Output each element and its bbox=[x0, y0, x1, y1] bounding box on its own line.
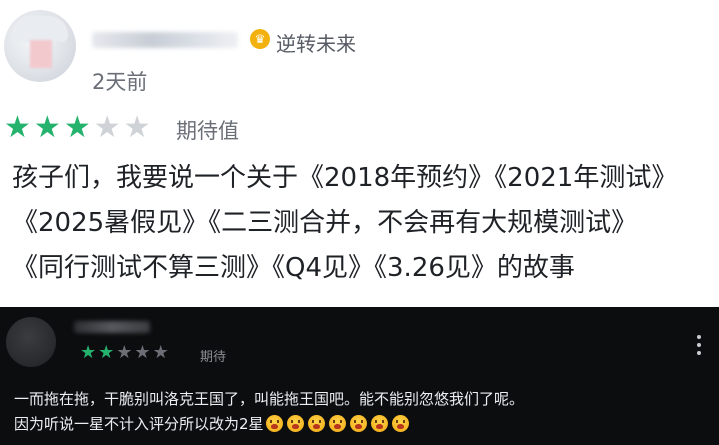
crying-face-emoji bbox=[370, 415, 388, 432]
crying-face-emoji bbox=[286, 415, 304, 432]
crying-face-emoji bbox=[349, 415, 367, 432]
review-body: 一而拖在拖，干脆别叫洛克王国了，叫能拖王国吧。能不能别忽悠我们了呢。 因为听说一… bbox=[14, 387, 714, 437]
avatar-hair bbox=[12, 16, 68, 42]
rating-label: 期待 bbox=[200, 350, 227, 365]
star-icon: ★ bbox=[98, 342, 115, 363]
review-line: 因为听说一星不计入评分所以改为2星 bbox=[14, 415, 264, 433]
star-icon: ★ bbox=[152, 342, 169, 363]
star-icon: ★ bbox=[4, 110, 31, 145]
review-line: 孩子们，我要说一个关于《2018年预约》《2021年测试》 bbox=[12, 163, 678, 193]
review-line: 《2025暑假见》《二三测合并，不会再有大规模测试》 bbox=[12, 208, 638, 238]
review-card-reply: ★ ★ ★ ★ ★ 期待 一而拖在拖，干脆别叫洛克王国了，叫能拖王国吧。能不能别… bbox=[0, 307, 719, 445]
crown-badge-icon: ♛ bbox=[250, 29, 270, 49]
star-icon: ★ bbox=[63, 110, 91, 145]
crying-face-emoji bbox=[307, 415, 325, 432]
more-options-icon[interactable] bbox=[694, 335, 704, 365]
username-redacted[interactable] bbox=[74, 321, 150, 333]
user-avatar[interactable] bbox=[4, 10, 76, 82]
star-icon: ★ bbox=[123, 110, 151, 145]
review-line: 一而拖在拖，干脆别叫洛克王国了，叫能拖王国吧。能不能别忽悠我们了呢。 bbox=[14, 390, 525, 408]
review-body: 孩子们，我要说一个关于《2018年预约》《2021年测试》 《2025暑假见》《… bbox=[12, 156, 712, 291]
user-badge-label: 逆转未来 bbox=[276, 32, 356, 56]
review-line-with-emoji: 因为听说一星不计入评分所以改为2星 bbox=[14, 412, 714, 437]
avatar-face bbox=[30, 40, 52, 68]
review-line: 《同行测试不算三测》《Q4见》《3.26见》的故事 bbox=[12, 253, 575, 283]
user-avatar[interactable] bbox=[6, 317, 56, 367]
star-rating: ★ ★ ★ ★ ★ bbox=[4, 113, 151, 143]
crying-face-emoji bbox=[391, 415, 409, 432]
post-time: 2天前 bbox=[92, 70, 148, 94]
rating-label: 期待值 bbox=[176, 119, 239, 143]
star-icon: ★ bbox=[134, 342, 151, 363]
crying-face-emoji bbox=[328, 415, 346, 432]
star-icon: ★ bbox=[80, 342, 97, 363]
review-card-main: ♛ 逆转未来 2天前 ★ ★ ★ ★ ★ 期待值 孩子们，我要说一个关于《201… bbox=[0, 0, 719, 307]
star-icon: ★ bbox=[116, 342, 133, 363]
star-rating: ★ ★ ★ ★ ★ bbox=[80, 344, 169, 362]
crying-face-emoji bbox=[265, 415, 283, 432]
star-icon: ★ bbox=[33, 110, 61, 145]
star-icon: ★ bbox=[93, 110, 121, 145]
emoji-row bbox=[265, 415, 409, 432]
username-redacted[interactable] bbox=[92, 32, 238, 48]
